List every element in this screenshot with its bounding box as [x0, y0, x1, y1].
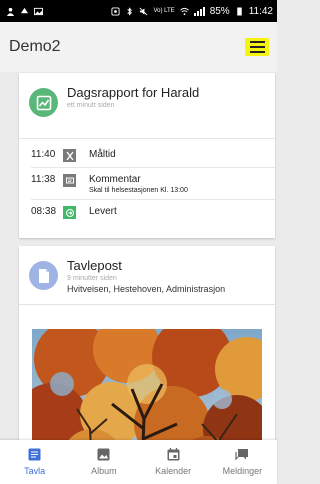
comment-icon: [63, 174, 76, 187]
tab-album[interactable]: Album: [69, 440, 138, 484]
board-post-card[interactable]: Tavlepost 9 minutter siden Hvitveisen, H…: [19, 246, 275, 440]
tab-label: Meldinger: [222, 466, 263, 476]
wifi-icon: [179, 7, 189, 15]
album-icon: [97, 447, 111, 461]
app-bar: Demo2: [0, 22, 277, 72]
entry-time: 11:40: [31, 149, 56, 160]
bottom-tab-bar: Tavla Album Kalender Meldinger: [0, 440, 277, 484]
bluetooth-icon: [127, 6, 133, 16]
entry-sub: Skal til helsestasjonen Kl. 13:00: [89, 187, 188, 194]
post-title: Tavlepost: [67, 258, 122, 273]
daily-report-card[interactable]: Dagsrapport for Harald ett minutt siden …: [19, 73, 275, 238]
post-tags: Hvitveisen, Hestehoven, Administrasjon: [67, 284, 226, 294]
tab-messages[interactable]: Meldinger: [208, 440, 277, 484]
clock: 11:42: [248, 5, 273, 17]
post-photo[interactable]: [32, 329, 262, 440]
entry-label: Kommentar: [89, 174, 141, 185]
nfc-icon: [111, 6, 121, 16]
report-title: Dagsrapport for Harald: [67, 85, 200, 100]
tab-label: Album: [91, 466, 117, 476]
tab-board[interactable]: Tavla: [0, 440, 69, 484]
report-entry-meal[interactable]: 11:40 Måltid: [31, 143, 275, 167]
board-icon: [28, 447, 42, 461]
entry-time: 11:38: [31, 174, 56, 185]
battery-icon: [236, 6, 242, 16]
network-label: Vo) LTE: [153, 8, 175, 14]
report-time-ago: ett minutt siden: [67, 102, 115, 109]
tab-label: Tavla: [24, 466, 46, 476]
entry-time: 08:38: [31, 206, 57, 217]
battery-percent: 85%: [209, 5, 230, 17]
person-notification-icon: [6, 7, 15, 16]
post-time-ago: 9 minutter siden: [67, 275, 117, 282]
meal-icon: [63, 149, 76, 162]
entry-label: Levert: [89, 206, 117, 217]
signal-icon: [193, 6, 205, 16]
check-in-icon: [63, 206, 76, 219]
daily-report-header: Dagsrapport for Harald ett minutt siden: [19, 73, 275, 117]
hamburger-menu-icon[interactable]: [245, 38, 269, 56]
divider: [19, 304, 275, 305]
report-entry-comment[interactable]: 11:38 Kommentar Skal til helsestasjonen …: [31, 167, 275, 199]
upload-notification-icon: [20, 7, 29, 13]
mute-icon: [140, 7, 148, 15]
tab-calendar[interactable]: Kalender: [139, 440, 208, 484]
app-title: Demo2: [9, 38, 61, 55]
image-notification-icon: [34, 7, 43, 15]
messages-icon: [235, 447, 249, 461]
status-right-icons: Vo) LTE 85% 11:42: [111, 6, 273, 17]
board-post-header: Tavlepost 9 minutter siden Hvitveisen, H…: [19, 246, 275, 294]
report-entries: 11:40 Måltid 11:38 Kommentar Skal til he…: [19, 139, 275, 228]
calendar-icon: [166, 447, 180, 461]
feed-content[interactable]: Dagsrapport for Harald ett minutt siden …: [0, 72, 277, 440]
tab-label: Kalender: [155, 466, 192, 476]
document-icon: [29, 261, 58, 290]
entry-label: Måltid: [89, 149, 116, 160]
report-chart-icon: [29, 88, 58, 117]
report-entry-delivered[interactable]: 08:38 Levert: [31, 199, 275, 224]
status-left-icons: [6, 7, 43, 16]
status-bar: Vo) LTE 85% 11:42: [0, 0, 277, 22]
